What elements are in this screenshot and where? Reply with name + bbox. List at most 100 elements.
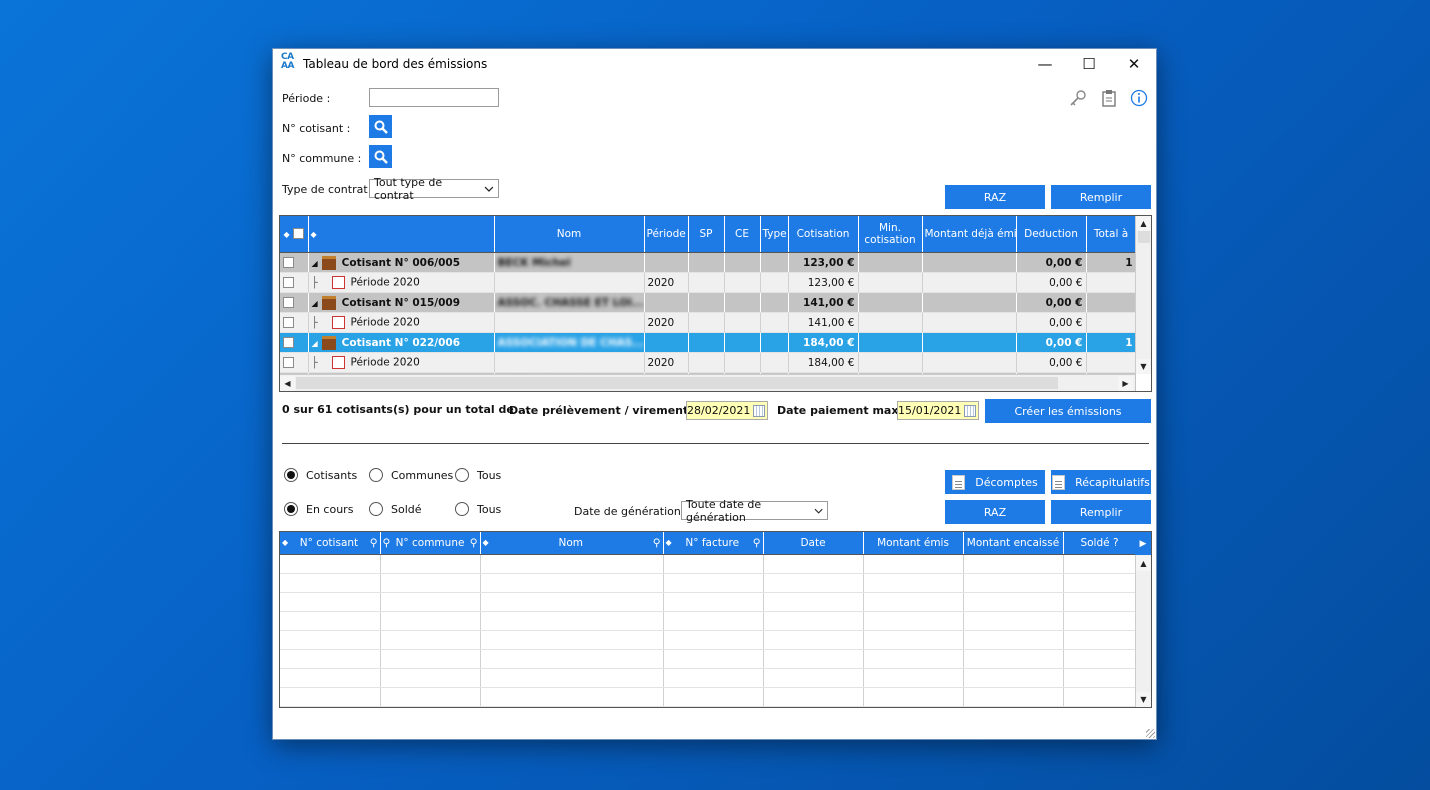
table-cell[interactable] [280,687,381,707]
table-cell[interactable] [380,592,481,612]
remplir-button-bottom[interactable]: Remplir [1051,500,1151,524]
radio-button[interactable] [369,468,383,482]
header-montant-encaisse[interactable]: Montant encaissé [963,532,1064,555]
table-cell[interactable] [1063,687,1137,707]
table-cell[interactable] [1063,554,1137,574]
minimize-button[interactable]: — [1022,49,1068,79]
row-checkbox[interactable] [283,257,294,268]
checkbox-cell[interactable] [280,312,309,333]
periode-row[interactable]: ├ Période 2020 2020 123,00 € 0,00 € [280,272,1137,293]
table-cell[interactable] [863,554,964,574]
table-cell[interactable] [280,649,381,669]
table-cell[interactable] [380,668,481,688]
filter-search-icon[interactable]: ⚲ [383,537,391,549]
scroll-down-arrow[interactable]: ▼ [1136,692,1151,707]
cotisant-row[interactable]: ◢ Cotisant N° 006/005 BECK Michel 123,00 € 0… [280,252,1137,273]
table-cell[interactable] [763,611,864,631]
table-row[interactable] [280,668,1137,688]
scroll-left-arrow[interactable]: ◀ [280,376,295,391]
scroll-up-arrow[interactable]: ▲ [1136,556,1151,571]
table-cell[interactable] [280,611,381,631]
decomptes-button[interactable]: Décomptes [945,470,1045,494]
table-cell[interactable] [863,573,964,593]
commune-search-button[interactable] [369,145,392,168]
table-cell[interactable] [863,630,964,650]
table-cell[interactable] [863,668,964,688]
table-cell[interactable] [280,554,381,574]
tree-cell[interactable]: ◢ Cotisant N° 022/006 [308,332,495,353]
calendar-icon[interactable] [964,404,976,417]
table-cell[interactable] [480,611,664,631]
table-row[interactable] [280,649,1137,669]
header-n-cotisant[interactable]: ◆ N° cotisant ⚲ [280,532,381,555]
radio-status-0[interactable]: En cours [284,502,353,516]
radio-filter-1[interactable]: Communes [369,468,453,482]
table-cell[interactable] [863,592,964,612]
table-cell[interactable] [663,554,764,574]
table-cell[interactable] [863,649,964,669]
table-cell[interactable] [1063,649,1137,669]
table-cell[interactable] [763,573,864,593]
header-type[interactable]: Type [760,216,789,253]
table-cell[interactable] [480,592,664,612]
table-cell[interactable] [480,668,664,688]
table-cell[interactable] [763,630,864,650]
date-paiement-field[interactable]: 15/01/2021 [897,401,979,420]
radio-filter-2[interactable]: Tous [455,468,501,482]
periode-row[interactable]: ├ Période 2020 2020 184,00 € 0,00 € [280,352,1137,373]
table-cell[interactable] [380,649,481,669]
header-deduction[interactable]: Deduction [1016,216,1087,253]
table-cell[interactable] [480,573,664,593]
scroll-thumb[interactable] [1138,231,1150,243]
tree-cell[interactable]: ├ Période 2020 [308,272,495,293]
checkbox-cell[interactable] [280,332,309,353]
table-row[interactable] [280,611,1137,631]
table-cell[interactable] [1063,592,1137,612]
radio-button[interactable] [455,468,469,482]
clipboard-icon[interactable] [1101,89,1117,107]
column-scroll-right-arrow[interactable]: ▶ [1135,532,1151,555]
resize-grip[interactable] [1146,729,1155,738]
table-cell[interactable] [963,611,1064,631]
tree-cell[interactable]: ◢ Cotisant N° 015/009 [308,292,495,313]
table-cell[interactable] [380,573,481,593]
checkbox-cell[interactable] [280,292,309,313]
tree-cell[interactable]: ├ Période 2020 [308,312,495,333]
table-cell[interactable] [1063,611,1137,631]
table-row[interactable] [280,592,1137,612]
header-date[interactable]: Date [763,532,864,555]
table-cell[interactable] [963,687,1064,707]
radio-status-2[interactable]: Tous [455,502,501,516]
row-checkbox[interactable] [283,297,294,308]
scroll-right-arrow[interactable]: ▶ [1118,376,1133,391]
filter-search-icon[interactable]: ⚲ [370,537,378,549]
bottom-grid-vscrollbar[interactable]: ▲ ▼ [1135,555,1151,707]
raz-button-top[interactable]: RAZ [945,185,1045,209]
header-nom-bottom[interactable]: ◆ Nom ⚲ [480,532,664,555]
table-cell[interactable] [763,668,864,688]
expand-icon[interactable]: ◢ [312,339,318,348]
scroll-down-arrow[interactable]: ▼ [1136,359,1151,374]
table-cell[interactable] [863,687,964,707]
cotisant-row[interactable]: ◢ Cotisant N° 022/006 ASSOCIATION DE CHAS.… [280,332,1137,353]
table-cell[interactable] [280,630,381,650]
header-sp[interactable]: SP [688,216,725,253]
recapitulatifs-button[interactable]: Récapitulatifs [1051,470,1151,494]
header-ce[interactable]: CE [724,216,761,253]
table-cell[interactable] [380,611,481,631]
header-cotisation[interactable]: Cotisation [788,216,859,253]
header-nom[interactable]: Nom [494,216,645,253]
checkbox-cell[interactable] [280,352,309,373]
table-cell[interactable] [1063,668,1137,688]
header-montant-deja-emis[interactable]: Montant déjà émis [922,216,1017,253]
cotisant-row[interactable]: ◢ Cotisant N° 015/009 ASSOC. CHASSE ET LOI… [280,292,1137,313]
row-checkbox[interactable] [283,277,294,288]
expand-icon[interactable]: ◢ [312,259,318,268]
info-icon[interactable] [1130,89,1148,107]
table-cell[interactable] [280,668,381,688]
table-cell[interactable] [380,687,481,707]
row-checkbox[interactable] [283,337,294,348]
top-grid-vscrollbar[interactable]: ▲ ▼ [1135,216,1151,374]
header-solde[interactable]: Soldé ? [1063,532,1137,555]
table-cell[interactable] [480,630,664,650]
